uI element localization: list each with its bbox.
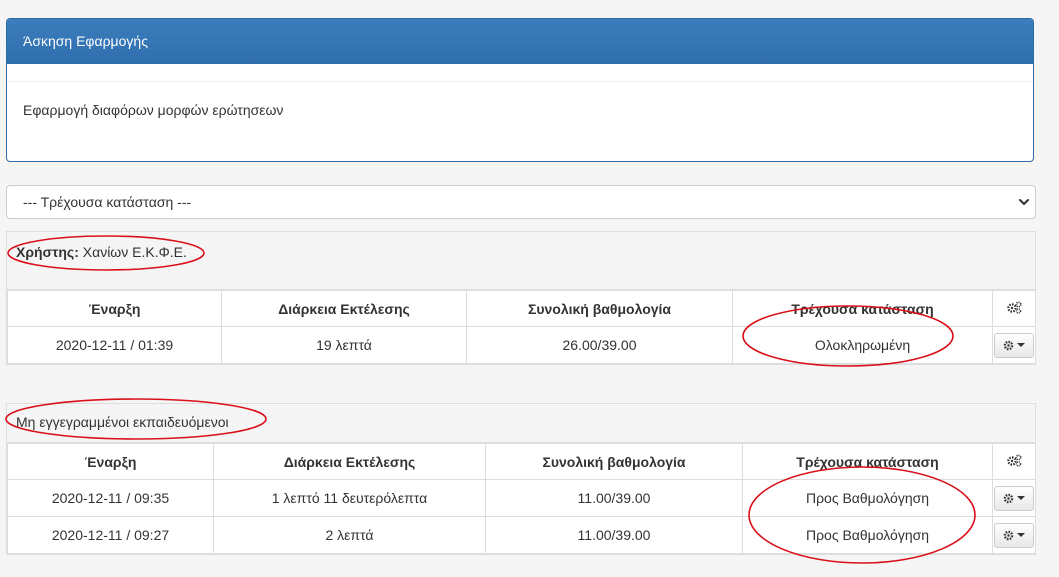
cell-start: 2020-12-11 / 01:39 bbox=[7, 326, 222, 364]
row-actions-button[interactable] bbox=[994, 522, 1034, 548]
cell-score: 11.00/39.00 bbox=[485, 516, 743, 554]
unregistered-title: Μη εγγεγραμμένοι εκπαιδευόμενοι bbox=[16, 414, 229, 430]
page: Άσκηση Εφαρμογής Εφαρμογή διαφόρων μορφώ… bbox=[0, 0, 1059, 577]
cell-score: 11.00/39.00 bbox=[485, 479, 743, 517]
caret-down-icon bbox=[1017, 533, 1025, 537]
status-filter-value: --- Τρέχουσα κατάσταση --- bbox=[23, 194, 192, 210]
user-name: Χανίων Ε.Κ.Φ.Ε. bbox=[82, 244, 187, 260]
cell-actions bbox=[992, 326, 1036, 364]
unregistered-results-panel: Μη εγγεγραμμένοι εκπαιδευόμενοι Έναρξη Δ… bbox=[6, 403, 1036, 555]
cell-status[interactable]: Προς Βαθμολόγηση bbox=[742, 516, 993, 554]
cogs-icon bbox=[1006, 300, 1022, 314]
user-results-table: Έναρξη Διάρκεια Εκτέλεσης Συνολική βαθμο… bbox=[7, 290, 1036, 364]
cogs-icon bbox=[1006, 453, 1022, 467]
exercise-description: Εφαρμογή διαφόρων μορφών ερώτησεων bbox=[23, 102, 284, 118]
status-filter-select[interactable]: --- Τρέχουσα κατάσταση --- bbox=[6, 185, 1036, 219]
table-header-row: Έναρξη Διάρκεια Εκτέλεσης Συνολική βαθμο… bbox=[7, 443, 1036, 480]
cog-icon bbox=[1003, 530, 1014, 540]
unregistered-panel-heading: Μη εγγεγραμμένοι εκπαιδευόμενοι bbox=[7, 404, 1035, 443]
user-label: Χρήστης: bbox=[16, 244, 79, 260]
exercise-title: Άσκηση Εφαρμογής bbox=[7, 19, 1033, 64]
status-link[interactable]: Προς Βαθμολόγηση bbox=[806, 490, 929, 506]
score-link[interactable]: 26.00/39.00 bbox=[563, 337, 637, 353]
table-row: 2020-12-11 / 09:35 1 λεπτό 11 δευτερόλεπ… bbox=[7, 479, 1036, 517]
table-row: 2020-12-11 / 01:39 19 λεπτά 26.00/39.00 … bbox=[7, 326, 1036, 364]
cell-score[interactable]: 26.00/39.00 bbox=[466, 326, 733, 364]
col-status: Τρέχουσα κατάσταση bbox=[742, 443, 993, 480]
cell-actions bbox=[992, 479, 1036, 517]
col-duration: Διάρκεια Εκτέλεσης bbox=[213, 443, 486, 480]
col-start: Έναρξη bbox=[7, 443, 214, 480]
chevron-down-icon bbox=[1019, 199, 1029, 205]
cog-icon bbox=[1003, 340, 1014, 350]
cell-duration: 2 λεπτά bbox=[213, 516, 486, 554]
user-results-panel: Χρήστης: Χανίων Ε.Κ.Φ.Ε. Έναρξη Διάρκεια… bbox=[6, 231, 1036, 365]
cell-actions bbox=[992, 516, 1036, 554]
unregistered-results-table: Έναρξη Διάρκεια Εκτέλεσης Συνολική βαθμο… bbox=[7, 443, 1036, 554]
col-score: Συνολική βαθμολογία bbox=[485, 443, 743, 480]
col-settings bbox=[992, 443, 1036, 480]
user-line: Χρήστης: Χανίων Ε.Κ.Φ.Ε. bbox=[16, 244, 187, 260]
col-duration: Διάρκεια Εκτέλεσης bbox=[221, 290, 467, 327]
caret-down-icon bbox=[1017, 496, 1025, 500]
table-row: 2020-12-11 / 09:27 2 λεπτά 11.00/39.00 Π… bbox=[7, 516, 1036, 554]
cell-duration: 1 λεπτό 11 δευτερόλεπτα bbox=[213, 479, 486, 517]
col-start: Έναρξη bbox=[7, 290, 222, 327]
row-actions-button[interactable] bbox=[994, 332, 1034, 358]
col-score: Συνολική βαθμολογία bbox=[466, 290, 733, 327]
exercise-body: Εφαρμογή διαφόρων μορφών ερώτησεων bbox=[7, 81, 1033, 161]
exercise-panel: Άσκηση Εφαρμογής Εφαρμογή διαφόρων μορφώ… bbox=[6, 18, 1034, 162]
cell-status: Ολοκληρωμένη bbox=[732, 326, 993, 364]
cell-start: 2020-12-11 / 09:27 bbox=[7, 516, 214, 554]
user-panel-heading: Χρήστης: Χανίων Ε.Κ.Φ.Ε. bbox=[7, 232, 1035, 290]
table-header-row: Έναρξη Διάρκεια Εκτέλεσης Συνολική βαθμο… bbox=[7, 290, 1036, 327]
cell-duration: 19 λεπτά bbox=[221, 326, 467, 364]
status-link[interactable]: Προς Βαθμολόγηση bbox=[806, 527, 929, 543]
row-actions-button[interactable] bbox=[994, 485, 1034, 511]
col-settings bbox=[992, 290, 1036, 327]
cell-start: 2020-12-11 / 09:35 bbox=[7, 479, 214, 517]
col-status: Τρέχουσα κατάσταση bbox=[732, 290, 993, 327]
caret-down-icon bbox=[1017, 343, 1025, 347]
cog-icon bbox=[1003, 493, 1014, 503]
cell-status[interactable]: Προς Βαθμολόγηση bbox=[742, 479, 993, 517]
